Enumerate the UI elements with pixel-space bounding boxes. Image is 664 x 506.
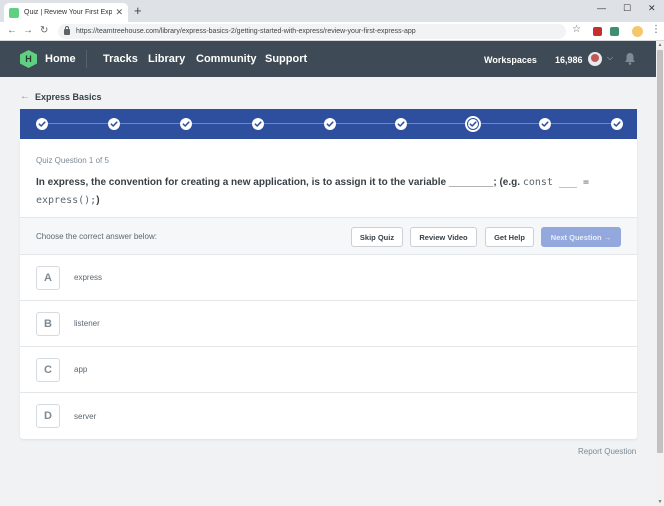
answer-text: express [74,273,103,282]
skip-quiz-button[interactable]: Skip Quiz [351,227,403,247]
checkmark-icon [110,121,118,127]
next-question-button[interactable]: Next Question → [541,227,621,247]
checkmark-icon [469,121,477,127]
progress-step[interactable] [251,118,264,130]
get-help-button[interactable]: Get Help [485,227,534,247]
treehouse-logo-icon[interactable]: H [20,50,37,68]
quiz-card: Quiz Question 1 of 5 In express, the con… [20,139,637,439]
nav-community[interactable]: Community [196,52,257,66]
scroll-down-icon[interactable]: ▼ [656,498,664,506]
answer-letter: D [36,404,60,428]
points-count: 16,986 [555,55,583,65]
progress-step[interactable] [539,118,552,130]
browser-tab[interactable]: Quiz | Review Your First Express ✕ [4,3,128,22]
reload-icon[interactable]: ↻ [40,25,48,37]
answer-option-b[interactable]: B listener [20,301,637,347]
question-code-2: express(); [36,195,97,206]
nav-divider [86,50,87,68]
site-header: H Home Tracks Library Community Support … [0,41,656,77]
answer-letter: B [36,311,60,336]
nav-tracks[interactable]: Tracks [103,52,138,66]
report-question-link[interactable]: Report Question [578,447,636,456]
checkmark-icon [326,121,334,127]
window-maximize-icon[interactable]: ☐ [623,2,631,14]
extension-icon[interactable] [610,27,619,36]
url-bar[interactable]: https://teamtreehouse.com/library/expres… [58,24,566,39]
treehouse-favicon-icon [9,7,19,18]
browser-tab-bar: Quiz | Review Your First Express ✕ + — ☐… [0,0,664,22]
question-text-before: In express, the convention for creating … [36,177,523,188]
window-close-icon[interactable]: ✕ [648,2,656,14]
progress-step[interactable] [179,118,192,130]
question-counter: Quiz Question 1 of 5 [36,156,109,165]
checkmark-icon [38,121,46,127]
tab-title: Quiz | Review Your First Express [24,9,113,16]
avatar[interactable] [588,52,602,66]
forward-icon[interactable]: → [23,25,33,37]
progress-step[interactable] [107,118,120,130]
browser-menu-icon[interactable]: ⋮ [651,24,661,35]
arrow-right-icon: → [603,232,612,242]
question-text: In express, the convention for creating … [36,174,596,210]
nav-support[interactable]: Support [265,52,307,66]
quiz-progress-bar [20,109,637,139]
progress-step[interactable] [395,118,408,130]
next-question-label: Next Question [550,232,602,242]
extension-icon[interactable] [593,27,602,36]
nav-workspaces[interactable]: Workspaces [484,53,537,67]
scroll-up-icon[interactable]: ▲ [656,41,664,49]
page-scrollbar[interactable]: ▲ ▼ [656,41,664,506]
arrow-left-icon: ← [20,91,30,102]
checkmark-icon [397,121,405,127]
breadcrumb[interactable]: ← Express Basics [20,91,102,102]
checkmark-icon [613,121,621,127]
bell-icon[interactable] [624,52,636,65]
window-minimize-icon[interactable]: — [597,2,606,14]
progress-step[interactable] [323,118,336,130]
answer-text: server [74,411,97,421]
progress-step[interactable] [36,118,48,130]
question-code-1: const ___ = [522,177,590,188]
answer-option-d[interactable]: D server [20,393,637,439]
progress-step-current[interactable] [465,116,482,132]
answer-letter: A [36,265,60,290]
answer-option-c[interactable]: C app [20,347,637,393]
url-text: https://teamtreehouse.com/library/expres… [76,28,416,35]
answer-text: app [74,365,88,374]
review-video-button[interactable]: Review Video [410,227,477,247]
answer-letter: C [36,357,60,382]
checkmark-icon [182,121,190,127]
checkmark-icon [541,121,549,127]
checkmark-icon [254,121,262,127]
answer-option-a[interactable]: A express [20,255,637,301]
breadcrumb-label: Express Basics [35,91,102,102]
answer-text: listener [74,319,100,328]
answer-toolbar: Choose the correct answer below: Skip Qu… [20,217,637,255]
nav-library[interactable]: Library [148,52,185,66]
tab-close-icon[interactable]: ✕ [115,7,123,18]
answer-prompt: Choose the correct answer below: [36,232,157,241]
logo-glyph: H [25,54,32,64]
question-text-after: ) [96,195,100,206]
bookmark-star-icon[interactable]: ☆ [572,24,581,35]
back-icon[interactable]: ← [7,25,17,37]
profile-icon[interactable] [632,26,643,37]
scrollbar-thumb[interactable] [657,50,663,453]
nav-home[interactable]: Home [45,52,76,66]
chevron-down-icon[interactable]: ⌵ [607,53,613,63]
new-tab-button[interactable]: + [134,4,142,18]
lock-icon [64,25,70,35]
browser-address-bar: ← → ↻ https://teamtreehouse.com/library/… [0,22,664,41]
progress-step[interactable] [611,118,623,130]
